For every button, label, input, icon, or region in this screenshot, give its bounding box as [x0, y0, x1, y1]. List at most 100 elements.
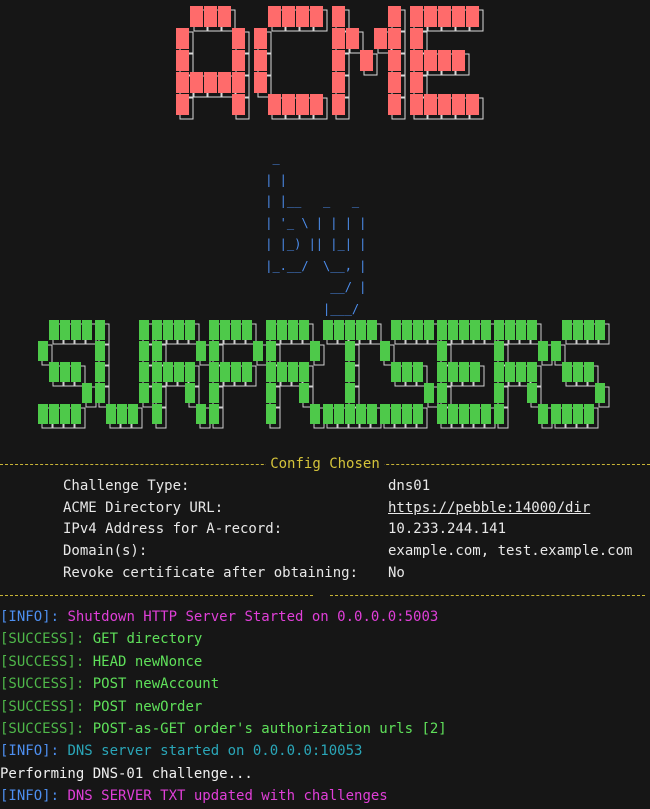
config-bottom-divider	[0, 586, 650, 604]
ascii-block	[71, 404, 81, 424]
ascii-block	[106, 404, 116, 424]
ascii-block	[242, 362, 252, 382]
ascii-block	[505, 320, 515, 340]
ascii-block	[437, 404, 447, 424]
ascii-block	[562, 404, 572, 424]
ascii-block	[204, 72, 217, 93]
ascii-block	[470, 404, 480, 424]
config-title: Config Chosen	[0, 455, 650, 473]
ascii-block	[282, 94, 295, 115]
ascii-block	[310, 404, 320, 424]
ascii-block	[139, 341, 149, 361]
ascii-block	[470, 362, 480, 382]
ascii-block	[388, 6, 401, 27]
ascii-block	[268, 6, 281, 27]
log-message: POST-as-GET order's authorization urls […	[84, 721, 447, 737]
ascii-block	[152, 341, 162, 361]
log-line: [SUCCESS]: POST newAccount	[0, 673, 219, 695]
ascii-block	[163, 320, 173, 340]
log-message: DNS SERVER TXT updated with challenges	[59, 788, 388, 805]
ascii-block	[538, 404, 548, 424]
ascii-block	[410, 50, 423, 71]
ascii-block	[380, 404, 390, 424]
ascii-block	[391, 362, 401, 382]
success-tag: [SUCCESS]:	[0, 698, 85, 715]
ascii-block	[332, 72, 345, 93]
info-tag: [INFO]:	[0, 609, 60, 625]
ascii-block	[288, 320, 298, 340]
ascii-block	[538, 341, 548, 361]
ascii-block	[562, 320, 572, 340]
ascii-block	[334, 404, 344, 424]
ascii-block	[218, 6, 231, 27]
ascii-block	[176, 94, 189, 115]
ascii-block	[117, 404, 127, 424]
ascii-block	[527, 383, 537, 403]
ascii-block	[332, 6, 345, 27]
ascii-block	[494, 404, 504, 424]
ascii-block	[332, 28, 345, 49]
ascii-block	[196, 404, 206, 424]
ascii-block	[71, 362, 81, 382]
ascii-block	[367, 320, 377, 340]
ascii-block	[152, 320, 162, 340]
ascii-block	[268, 94, 281, 115]
ascii-block	[174, 320, 184, 340]
ascii-block	[95, 362, 105, 382]
ascii-block	[562, 362, 572, 382]
log-line: [SUCCESS]: GET directory	[0, 628, 202, 650]
ascii-block	[494, 362, 504, 382]
ascii-block	[209, 320, 219, 340]
ascii-block	[220, 320, 230, 340]
ascii-block	[95, 320, 105, 340]
ascii-block	[481, 320, 491, 340]
ascii-block	[573, 362, 583, 382]
config-label: IPv4 Address for A-record:	[63, 521, 283, 538]
ascii-block	[438, 50, 451, 71]
ascii-block	[266, 320, 276, 340]
success-tag: [SUCCESS]:	[0, 676, 85, 693]
ascii-block	[391, 320, 401, 340]
ascii-block	[310, 94, 323, 115]
ascii-block	[584, 362, 594, 382]
ascii-block	[481, 404, 491, 424]
ascii-block	[323, 404, 333, 424]
ascii-block	[242, 320, 252, 340]
ascii-block	[345, 320, 355, 340]
config-value: No	[388, 564, 405, 581]
ascii-block	[49, 404, 59, 424]
ascii-block	[388, 72, 401, 93]
ascii-block	[459, 362, 469, 382]
ascii-block	[232, 50, 245, 71]
ascii-block	[466, 94, 479, 115]
ascii-block	[494, 320, 504, 340]
ascii-block	[254, 28, 267, 49]
ascii-block	[424, 320, 434, 340]
ascii-block	[413, 362, 423, 382]
ascii-block	[60, 404, 70, 424]
log-message: HEAD newNonce	[84, 653, 203, 670]
ascii-block	[185, 362, 195, 382]
directory-url-link[interactable]: https://pebble:14000/dir	[388, 498, 590, 520]
ascii-block	[332, 50, 345, 71]
ascii-block	[345, 383, 355, 403]
config-divider: Config Chosen	[0, 455, 650, 473]
ascii-block	[527, 362, 537, 382]
ascii-block	[299, 362, 309, 382]
ascii-block	[254, 72, 267, 93]
ascii-block	[196, 341, 206, 361]
ascii-block	[82, 383, 92, 403]
ascii-block	[209, 383, 219, 403]
ascii-block	[152, 383, 162, 403]
ascii-block	[410, 28, 423, 49]
config-value: 10.233.244.141	[388, 521, 507, 538]
ascii-block	[360, 50, 373, 71]
success-tag: [SUCCESS]:	[0, 631, 85, 648]
log-line: [SUCCESS]: POST-as-GET order's authoriza…	[0, 718, 447, 740]
ascii-block	[71, 320, 81, 340]
log-line: [INFO]: DNS server started on 0.0.0.0:10…	[0, 740, 362, 762]
ascii-block	[437, 383, 447, 403]
ascii-block	[49, 320, 59, 340]
ascii-block	[413, 404, 423, 424]
ascii-block	[374, 28, 387, 49]
